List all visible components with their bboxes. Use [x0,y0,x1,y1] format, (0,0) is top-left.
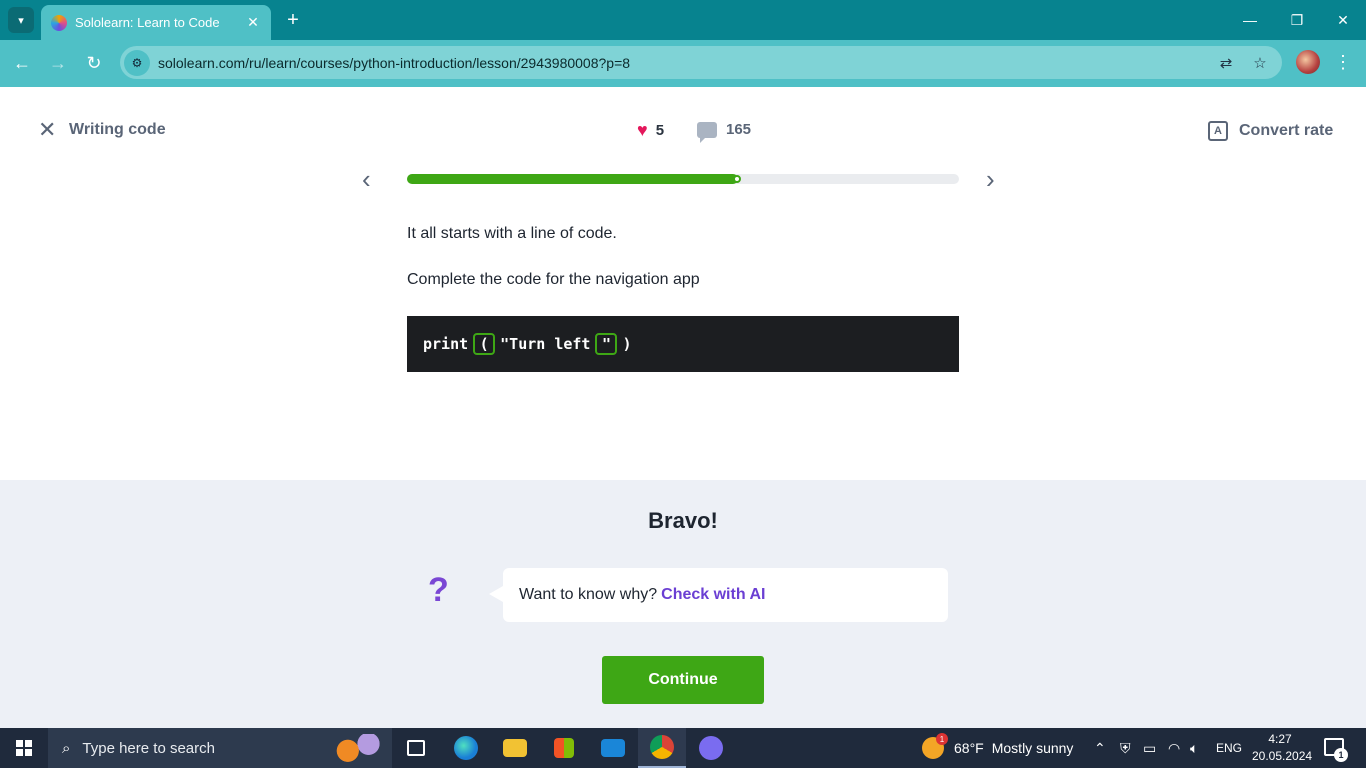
translate-icon: A [1208,121,1228,141]
tray-overflow-icon[interactable]: ⌃ [1094,728,1106,768]
tab-search-button[interactable]: ▾ [8,7,34,33]
volume-icon[interactable]: 🔈︎ [1190,728,1198,768]
comment-bubble-icon [697,121,717,143]
battery-icon[interactable]: ▭ [1143,728,1156,768]
discord-icon[interactable] [687,728,735,768]
start-button[interactable] [0,728,48,768]
browser-tab-active[interactable]: Sololearn: Learn to Code ✕ [41,5,271,40]
taskbar-search[interactable]: ⌕ Type here to search [48,728,392,768]
comments-counter[interactable]: 165 [697,121,752,143]
progress-fill [407,174,742,184]
url-text[interactable]: sololearn.com/ru/learn/courses/python-in… [158,55,1214,71]
mail-icon[interactable] [589,728,637,768]
tab-close-icon[interactable]: ✕ [245,14,261,31]
ai-explanation-bubble: Want to know why? Check with AI [489,568,948,622]
lesson-title: Writing code [69,121,166,138]
close-window-button[interactable]: ✕ [1323,8,1363,32]
search-placeholder: Type here to search [82,739,215,757]
code-answer-slot-2[interactable]: " [595,333,618,355]
profile-avatar[interactable] [1296,50,1320,74]
question-mascot-icon: ? [428,571,449,609]
windows-taskbar: ⌕ Type here to search 1 68°F Mostly sunn… [0,728,1366,768]
weather-text: Mostly sunny [991,740,1074,756]
translate-icon[interactable]: ⇄ [1214,54,1238,72]
prev-slide-icon[interactable]: ‹ [362,165,371,193]
microsoft-store-icon[interactable] [540,728,588,768]
minimize-button[interactable]: — [1230,8,1270,32]
windows-logo-icon [16,740,32,756]
lesson-text-intro: It all starts with a line of code. [407,225,617,242]
convert-rate-button[interactable]: A Convert rate [1208,121,1333,141]
progress-marker [733,175,742,183]
wifi-icon[interactable]: ◠ [1168,728,1180,768]
convert-rate-label: Convert rate [1239,122,1334,139]
security-icon[interactable]: ⛨ [1120,728,1131,768]
address-bar[interactable]: ⚙ sololearn.com/ru/learn/courses/python-… [120,46,1282,79]
task-view-button[interactable] [392,728,440,768]
clock-date: 20.05.2024 [1252,749,1313,763]
forward-button[interactable]: → [46,52,70,74]
sololearn-favicon-icon [51,14,67,31]
notification-badge: 1 [1334,748,1348,762]
clock-time: 4:27 [1268,732,1292,746]
site-info-icon[interactable]: ⚙ [124,49,150,76]
back-button[interactable]: ← [10,52,34,74]
ai-prompt-text: Want to know why? [519,586,658,603]
check-with-ai-link[interactable]: Check with AI [661,586,765,604]
weather-badge: 1 [936,733,948,745]
lesson-text-task: Complete the code for the navigation app [407,271,700,288]
code-closing: ) [622,335,632,353]
file-explorer-icon[interactable] [491,728,539,768]
code-string: "Turn left [500,335,591,353]
code-keyword: print [423,335,469,353]
language-indicator[interactable]: ENG [1216,728,1242,768]
close-lesson-icon[interactable]: ✕ [38,119,56,141]
next-slide-icon[interactable]: › [986,165,995,193]
feedback-heading: Bravo! [648,508,718,533]
browser-menu-icon[interactable]: ⋮ [1333,50,1353,74]
edge-icon[interactable] [442,728,490,768]
comments-count: 165 [726,121,752,138]
heart-icon: ♥ [637,120,648,140]
weather-widget[interactable]: 1 68°F Mostly sunny [922,728,1073,768]
lesson-progress-bar [407,174,959,184]
likes-count: 5 [655,121,665,139]
weather-sun-icon: 1 [922,733,948,759]
code-block: print ( "Turn left " ) [407,316,959,372]
continue-button[interactable]: Continue [602,656,764,704]
tab-title: Sololearn: Learn to Code [75,15,220,30]
reload-button[interactable]: ↻ [82,52,106,74]
feedback-panel: Bravo! ? Want to know why? Check with AI… [0,480,1366,728]
bookmark-star-icon[interactable]: ☆ [1248,54,1272,72]
browser-tab-bar: ▾ Sololearn: Learn to Code ✕ + — ❐ ✕ [0,0,1366,40]
browser-toolbar: ← → ↻ ⚙ sololearn.com/ru/learn/courses/p… [0,40,1366,87]
search-highlight-art-icon [334,734,380,762]
code-answer-slot-1[interactable]: ( [473,333,496,355]
restore-button[interactable]: ❐ [1277,8,1317,32]
weather-temp: 68°F [954,740,984,756]
new-tab-button[interactable]: + [283,8,303,32]
chrome-icon[interactable] [638,728,686,768]
clock[interactable]: 4:27 20.05.2024 [1252,731,1313,765]
likes-counter[interactable]: ♥ 5 [637,121,664,139]
search-icon: ⌕ [62,739,71,757]
